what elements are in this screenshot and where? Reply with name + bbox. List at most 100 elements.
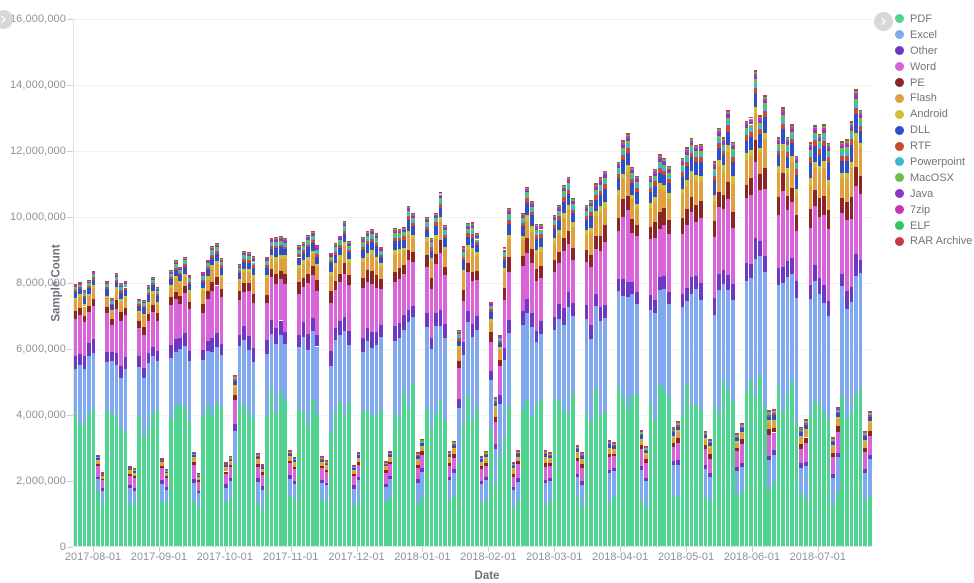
bar-stack[interactable]: [205, 259, 210, 547]
bar-stack[interactable]: [740, 422, 744, 547]
bar-stack[interactable]: [593, 183, 598, 547]
bar-stack[interactable]: [173, 260, 178, 547]
bar-stack[interactable]: [534, 224, 539, 547]
bar-stack[interactable]: [87, 279, 91, 547]
bar-stack[interactable]: [187, 274, 192, 547]
bar-stack[interactable]: [374, 233, 379, 547]
bar-stack[interactable]: [146, 285, 151, 547]
bar-stack[interactable]: [342, 221, 347, 547]
bar-stack[interactable]: [790, 124, 794, 547]
bar-stack[interactable]: [228, 456, 233, 547]
bar-stack[interactable]: [233, 374, 237, 547]
legend-item-android[interactable]: Android: [895, 106, 974, 122]
bar-stack[interactable]: [443, 225, 447, 547]
bar-stack[interactable]: [484, 451, 488, 547]
bar-stack[interactable]: [274, 236, 278, 547]
bar-stack[interactable]: [726, 109, 730, 547]
bar-stack[interactable]: [598, 177, 603, 547]
bar-stack[interactable]: [461, 246, 466, 547]
bar-stack[interactable]: [192, 451, 196, 547]
bar-stack[interactable]: [571, 198, 575, 547]
bar-stack[interactable]: [260, 463, 265, 547]
bar-stack[interactable]: [324, 460, 329, 547]
bar-stack[interactable]: [520, 212, 525, 547]
bar-stack[interactable]: [123, 280, 128, 547]
legend-item-powerpoint[interactable]: Powerpoint: [895, 154, 974, 170]
bar-stack[interactable]: [297, 245, 301, 547]
bar-stack[interactable]: [648, 175, 653, 547]
bar-stack[interactable]: [434, 212, 438, 547]
bar-stack[interactable]: [845, 139, 849, 547]
bar-stack[interactable]: [137, 298, 142, 547]
expand-right-panel-button[interactable]: [874, 12, 893, 31]
bar-stack[interactable]: [548, 452, 552, 547]
bar-stack[interactable]: [666, 166, 671, 547]
bar-stack[interactable]: [379, 246, 383, 547]
bar-stack[interactable]: [96, 455, 100, 547]
bar-stack[interactable]: [447, 451, 452, 547]
bar-stack[interactable]: [676, 420, 680, 547]
bar-stack[interactable]: [835, 406, 840, 547]
bar-stack[interactable]: [717, 127, 721, 547]
legend-item-flash[interactable]: Flash: [895, 90, 974, 106]
bar-stack[interactable]: [493, 396, 498, 547]
bar-stack[interactable]: [109, 298, 114, 547]
bar-stack[interactable]: [735, 432, 740, 547]
bar-stack[interactable]: [867, 410, 872, 547]
bar-stack[interactable]: [749, 117, 753, 547]
bar-stack[interactable]: [452, 441, 457, 547]
bar-stack[interactable]: [269, 237, 274, 547]
bar-stack[interactable]: [630, 166, 635, 547]
bar-stack[interactable]: [639, 429, 644, 547]
bar-stack[interactable]: [265, 256, 269, 547]
bar-stack[interactable]: [356, 451, 361, 547]
bar-stack[interactable]: [635, 176, 639, 547]
bar-stack[interactable]: [662, 158, 667, 547]
bar-stack[interactable]: [78, 281, 82, 547]
bar-stack[interactable]: [822, 124, 826, 547]
bar-stack[interactable]: [557, 204, 562, 547]
bar-stack[interactable]: [425, 216, 429, 547]
bar-stack[interactable]: [214, 243, 219, 547]
bar-stack[interactable]: [306, 235, 310, 547]
bar-stack[interactable]: [831, 436, 835, 547]
bar-stack[interactable]: [479, 455, 484, 547]
bar-stack[interactable]: [616, 161, 621, 547]
bar-stack[interactable]: [119, 283, 123, 547]
bar-stack[interactable]: [388, 450, 393, 547]
bar-stack[interactable]: [516, 450, 520, 547]
bar-stack[interactable]: [351, 465, 356, 547]
bar-stack[interactable]: [475, 232, 479, 547]
bar-stack[interactable]: [370, 228, 374, 547]
bar-stack[interactable]: [826, 142, 831, 547]
bar-stack[interactable]: [288, 450, 292, 547]
bar-stack[interactable]: [671, 427, 676, 547]
bar-stack[interactable]: [858, 109, 863, 547]
bar-stack[interactable]: [813, 125, 817, 547]
bar-stack[interactable]: [183, 256, 187, 547]
bar-stack[interactable]: [251, 255, 256, 547]
bar-stack[interactable]: [575, 445, 580, 547]
bar-stack[interactable]: [438, 192, 443, 547]
bar-stack[interactable]: [361, 236, 365, 547]
legend-item-pe[interactable]: PE: [895, 75, 974, 91]
legend-item-dll[interactable]: DLL: [895, 122, 974, 138]
bar-stack[interactable]: [785, 136, 790, 547]
bar-stack[interactable]: [114, 273, 119, 547]
bar-stack[interactable]: [320, 456, 324, 547]
bar-stack[interactable]: [347, 241, 352, 547]
bar-stack[interactable]: [511, 461, 516, 547]
bar-stack[interactable]: [256, 453, 260, 547]
bar-stack[interactable]: [210, 245, 215, 547]
bar-stack[interactable]: [397, 228, 402, 547]
bar-stack[interactable]: [429, 237, 434, 547]
bar-stack[interactable]: [415, 452, 420, 547]
bar-stack[interactable]: [420, 439, 425, 547]
bar-stack[interactable]: [566, 176, 571, 547]
bar-stack[interactable]: [698, 143, 703, 547]
bar-stack[interactable]: [612, 441, 616, 547]
bar-stack[interactable]: [169, 270, 173, 547]
bar-stack[interactable]: [525, 186, 530, 547]
bar-stack[interactable]: [767, 409, 772, 547]
bar-stack[interactable]: [164, 469, 169, 547]
